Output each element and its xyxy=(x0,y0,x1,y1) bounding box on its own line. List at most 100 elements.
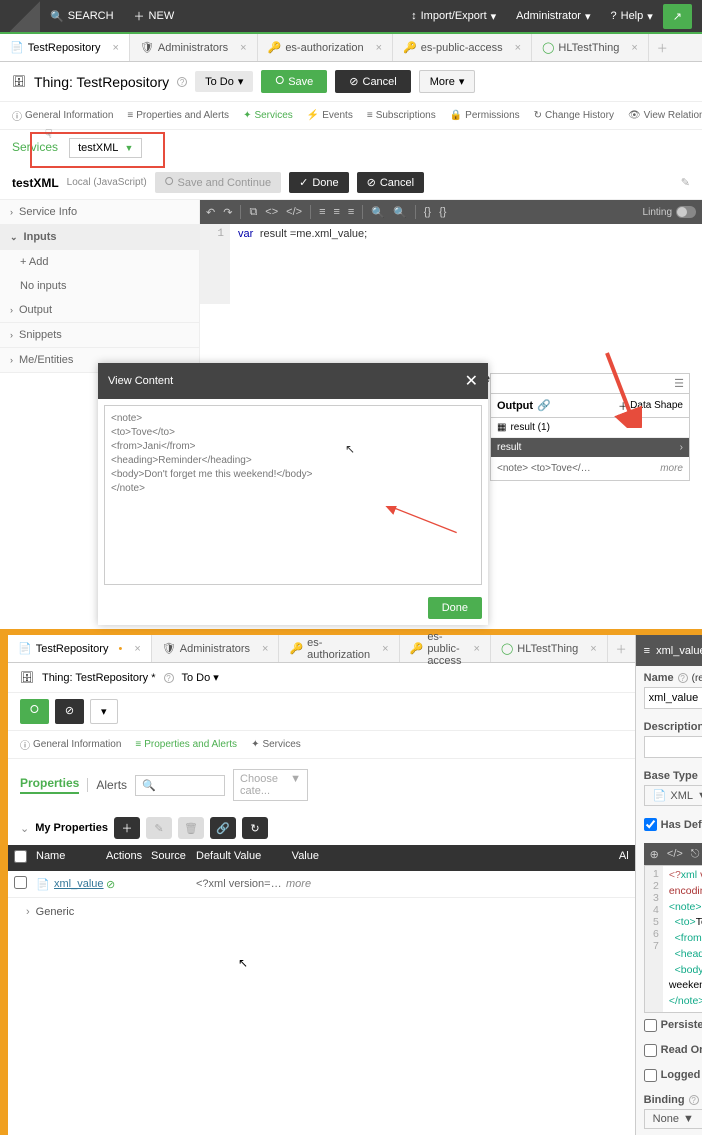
import-export-menu[interactable]: ↕ Import/Export ▾ xyxy=(401,10,506,23)
table-row[interactable]: 📄 xml_value ⊘ <?xml version=… more xyxy=(8,871,635,898)
tab-es-public[interactable]: 🔑 es-public-access× xyxy=(400,635,491,662)
new-tab[interactable]: ＋ xyxy=(649,40,676,56)
more-link[interactable]: more xyxy=(286,878,311,890)
close-icon[interactable]: × xyxy=(134,643,140,655)
todo-dropdown-2[interactable]: To Do ▾ xyxy=(182,671,219,684)
more-dropdown[interactable]: More ▾ xyxy=(419,70,476,93)
unfold-icon[interactable]: {} xyxy=(439,206,446,218)
nav-general-info[interactable]: ⓘ General Information xyxy=(20,737,121,752)
result-header[interactable]: result› xyxy=(491,438,689,457)
replace-icon[interactable]: 🔍 xyxy=(393,206,407,219)
modal-done-button[interactable]: Done xyxy=(428,597,482,619)
add-icon[interactable]: ⊕ xyxy=(650,848,659,861)
basetype-select[interactable]: 📄 XML ▼ xyxy=(644,785,702,806)
nav-permissions[interactable]: 🔒 Permissions xyxy=(450,108,520,123)
nav-change-history[interactable]: ↻ Change History xyxy=(534,108,614,123)
nav-services[interactable]: ✦ Services xyxy=(243,108,293,123)
edit-icon[interactable]: ✎ xyxy=(681,176,690,189)
tab-administrators[interactable]: 🛡 Administrators× xyxy=(152,635,280,662)
xml-editor[interactable]: 1234567 <?xml version="1.0" encoding="UT… xyxy=(644,865,702,1013)
todo-dropdown[interactable]: To Do ▾ xyxy=(195,71,253,92)
linting-toggle[interactable]: Linting xyxy=(643,206,696,218)
tab-hltest[interactable]: ◯ HLTestThing× xyxy=(532,34,649,61)
tab-administrators[interactable]: 🛡 Administrators× xyxy=(130,34,258,61)
done-button[interactable]: ✓ Done xyxy=(289,172,349,193)
row-checkbox[interactable] xyxy=(14,876,27,889)
more-link[interactable]: more xyxy=(660,463,683,474)
nav-props-alerts[interactable]: ≡ Properties and Alerts xyxy=(127,108,229,123)
help-icon[interactable]: ? xyxy=(689,1095,699,1105)
search-icon[interactable]: 🔍 xyxy=(371,206,385,219)
search-input[interactable]: 🔍 xyxy=(135,775,225,796)
tab-es-auth[interactable]: 🔑 es-authorization× xyxy=(258,34,393,61)
format-icon[interactable]: ≡ xyxy=(348,206,354,218)
has-default-checkbox[interactable] xyxy=(644,818,657,831)
persistent-checkbox[interactable] xyxy=(644,1019,657,1032)
result-content[interactable]: <note> <to>Tove</…more xyxy=(491,457,689,480)
admin-menu[interactable]: Administrator ▾ xyxy=(506,10,600,23)
search-menu[interactable]: 🔍 SEARCH xyxy=(40,10,124,23)
cancel-button[interactable]: ⊘ Cancel xyxy=(335,70,410,93)
link-icon[interactable]: 🔗 xyxy=(537,399,551,412)
close-icon[interactable]: ✕ xyxy=(465,371,478,391)
help-icon[interactable]: ? xyxy=(164,673,174,683)
more-button-2[interactable]: ▾ xyxy=(90,699,118,724)
help-icon[interactable]: ? xyxy=(177,77,187,87)
prop-name-link[interactable]: xml_value xyxy=(54,878,104,890)
nav-subscriptions[interactable]: ≡ Subscriptions xyxy=(367,108,436,123)
close-icon[interactable]: × xyxy=(376,42,382,54)
nav-relationships[interactable]: 👁 View Relationships xyxy=(628,108,702,123)
readonly-checkbox[interactable] xyxy=(644,1044,657,1057)
logged-checkbox[interactable] xyxy=(644,1069,657,1082)
save-button[interactable]: ⭘ Save xyxy=(261,70,327,93)
category-select[interactable]: Choose cate...▼ xyxy=(233,769,308,801)
nav-general-info[interactable]: ⓘ General Information xyxy=(12,108,113,123)
close-icon[interactable]: × xyxy=(515,42,521,54)
help-menu[interactable]: ? Help ▾ xyxy=(601,10,663,23)
tab-es-auth[interactable]: 🔑 es-authorization× xyxy=(279,635,399,662)
new-tab[interactable]: ＋ xyxy=(608,641,635,657)
tab-alerts[interactable]: Alerts xyxy=(96,778,127,792)
desc-input[interactable] xyxy=(644,736,702,758)
section-output[interactable]: ›Output xyxy=(0,298,199,323)
refresh-button[interactable]: ↻ xyxy=(242,817,268,839)
nav-props-alerts[interactable]: ≡ Properties and Alerts xyxy=(135,737,237,752)
link-button[interactable]: 🔗 xyxy=(210,817,236,839)
generic-section[interactable]: ›Generic xyxy=(8,898,635,926)
tab-hltest[interactable]: ◯ HLTestThing× xyxy=(491,635,608,662)
binding-select[interactable]: None ▼ xyxy=(644,1109,702,1129)
collapse-icon[interactable]: ☰ xyxy=(674,377,684,390)
close-icon[interactable]: × xyxy=(112,42,118,54)
comment-icon[interactable]: ⧉ xyxy=(249,206,257,219)
select-all-checkbox[interactable] xyxy=(14,850,27,863)
brackets-icon[interactable]: <> xyxy=(265,206,278,218)
new-menu[interactable]: ＋ NEW xyxy=(124,8,185,24)
tab-properties[interactable]: Properties xyxy=(20,776,79,794)
nav-events[interactable]: ⚡ Events xyxy=(307,108,353,123)
close-icon[interactable]: × xyxy=(240,42,246,54)
action-icon[interactable]: ⊘ xyxy=(106,878,151,891)
redo-icon[interactable]: ↷ xyxy=(223,206,232,219)
indent-right-icon[interactable]: ≡ xyxy=(333,206,339,218)
code-icon[interactable]: </> xyxy=(286,206,302,218)
code-editor[interactable]: 1 var result =me.xml_value; xyxy=(200,224,702,304)
tab-es-public[interactable]: 🔑 es-public-access× xyxy=(393,34,532,61)
close-icon[interactable]: × xyxy=(631,42,637,54)
help-icon[interactable]: ? xyxy=(678,673,688,683)
launch-button[interactable]: ↗ xyxy=(663,4,692,29)
name-input[interactable] xyxy=(644,687,702,709)
indent-left-icon[interactable]: ≡ xyxy=(319,206,325,218)
section-service-info[interactable]: ›Service Info xyxy=(0,200,199,225)
tab-testrepository[interactable]: 📄 TestRepository•× xyxy=(8,635,152,662)
add-input[interactable]: + Add xyxy=(0,250,199,274)
section-snippets[interactable]: ›Snippets xyxy=(0,323,199,348)
add-button[interactable]: ＋ xyxy=(114,817,140,839)
code-icon[interactable]: </> xyxy=(667,848,683,860)
cancel-svc-button[interactable]: ⊘ Cancel xyxy=(357,172,424,193)
save-button-2[interactable]: ⭘ xyxy=(20,699,49,724)
fold-icon[interactable]: {} xyxy=(424,206,431,218)
section-inputs[interactable]: ⌄Inputs xyxy=(0,225,199,250)
cancel-button-2[interactable]: ⊘ xyxy=(55,699,84,724)
tab-testrepository[interactable]: 📄 TestRepository× xyxy=(0,34,130,61)
format-icon[interactable]: ⎋ xyxy=(691,848,700,861)
